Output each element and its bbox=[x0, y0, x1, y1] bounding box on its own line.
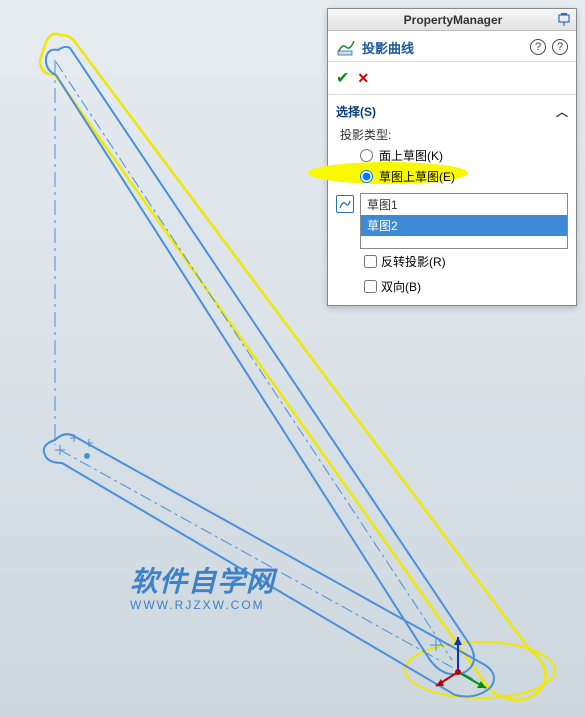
cancel-button[interactable]: ✕ bbox=[357, 70, 369, 87]
checkbox-reverse-input[interactable] bbox=[364, 255, 377, 268]
section-header-label: 选择(S) bbox=[336, 103, 376, 120]
projected-curve-icon bbox=[336, 37, 356, 57]
collapse-icon[interactable]: ︿ bbox=[556, 103, 568, 120]
selection-box-row: 草图1 草图2 bbox=[336, 193, 568, 249]
checkbox-bidirectional-label: 双向(B) bbox=[381, 278, 421, 295]
selection-list[interactable]: 草图1 草图2 bbox=[360, 193, 568, 249]
selection-icon[interactable] bbox=[336, 195, 354, 213]
selection-section: 选择(S) ︿ 投影类型: 面上草图(K) 草图上草图(E) 草图1 草图2 bbox=[328, 95, 576, 305]
checkbox-bidirectional[interactable]: 双向(B) bbox=[364, 274, 568, 299]
ok-cancel-row: ✔ ✕ bbox=[328, 62, 576, 95]
list-item[interactable]: 草图2 bbox=[361, 215, 567, 236]
feature-name: 投影曲线 bbox=[362, 38, 414, 57]
checkbox-reverse[interactable]: 反转投影(R) bbox=[364, 249, 568, 274]
ok-button[interactable]: ✔ bbox=[336, 68, 349, 88]
radio-on-sketch-input[interactable] bbox=[360, 170, 373, 183]
watermark-text-en: WWW.RJZXW.COM bbox=[130, 598, 275, 612]
property-manager-panel: PropertyManager 投影曲线 ? ? ✔ ✕ 选择(S) bbox=[327, 8, 577, 306]
watermark-text-cn: 软件自学网 bbox=[130, 560, 275, 600]
list-item[interactable]: 草图1 bbox=[361, 194, 567, 215]
pin-icon[interactable] bbox=[556, 12, 572, 28]
radio-on-face-input[interactable] bbox=[360, 149, 373, 162]
checkbox-bidirectional-input[interactable] bbox=[364, 280, 377, 293]
help-detailed-icon[interactable]: ? bbox=[552, 39, 568, 55]
watermark: 软件自学网 WWW.RJZXW.COM bbox=[130, 560, 275, 612]
section-header[interactable]: 选择(S) ︿ bbox=[336, 101, 568, 124]
feature-header-row: 投影曲线 ? ? bbox=[328, 31, 576, 62]
panel-titlebar: PropertyManager bbox=[328, 9, 576, 31]
projection-type-label: 投影类型: bbox=[340, 126, 568, 143]
checkbox-reverse-label: 反转投影(R) bbox=[381, 253, 446, 270]
radio-on-sketch[interactable]: 草图上草图(E) bbox=[360, 166, 568, 187]
radio-on-sketch-label: 草图上草图(E) bbox=[379, 168, 455, 185]
help-icon[interactable]: ? bbox=[530, 39, 546, 55]
panel-title: PropertyManager bbox=[350, 13, 556, 27]
